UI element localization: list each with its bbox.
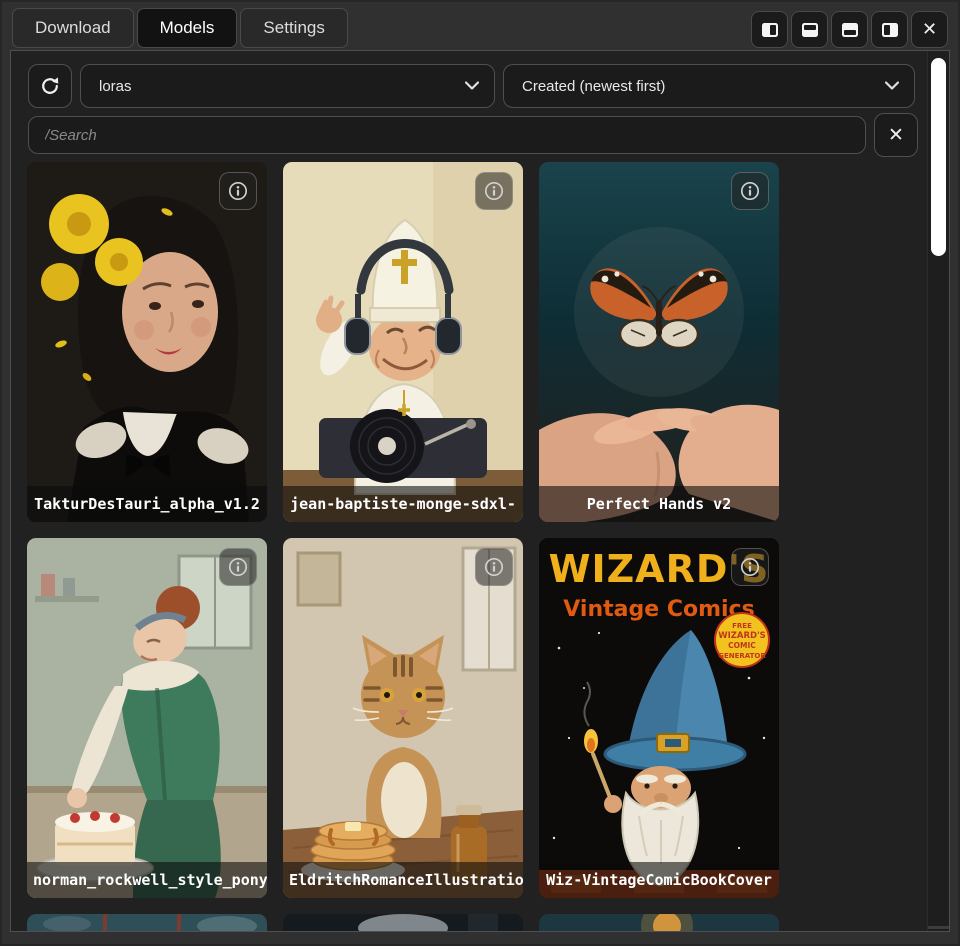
model-card[interactable]: norman_rockwell_style_pony [27,538,267,898]
info-icon [739,556,761,578]
dock-bottom-button[interactable] [831,11,868,48]
scrollbar-thumb[interactable] [931,58,946,256]
refresh-icon [39,75,61,97]
model-preview-image: WIZARD'S Vintage Comics [539,538,779,898]
sort-value: Created (newest first) [522,78,665,95]
tab-settings[interactable]: Settings [240,8,347,48]
tab-models[interactable]: Models [137,8,238,48]
refresh-button[interactable] [28,64,72,108]
card-info-button[interactable] [731,548,769,586]
model-title: jean-baptiste-monge-sdxl- [283,486,523,522]
close-button[interactable]: ✕ [911,11,948,48]
scrollbar-corner [928,926,949,929]
sort-select[interactable]: Created (newest first) [503,64,915,108]
card-info-button[interactable] [219,548,257,586]
card-info-button[interactable] [731,172,769,210]
model-title: TakturDesTauri_alpha_v1.2 [27,486,267,522]
info-icon [483,180,505,202]
model-card[interactable]: WIZARD'S Vintage Comics [539,538,779,898]
model-preview-image [539,914,779,932]
dock-right-button[interactable] [751,11,788,48]
window-buttons: ✕ [751,11,948,48]
model-card[interactable]: TakturDesTauri_alpha_v1.2 [27,162,267,522]
tab-download[interactable]: Download [12,8,134,48]
model-preview-image [27,538,267,898]
model-preview-image [539,162,779,522]
model-type-select[interactable]: loras [80,64,495,108]
info-icon [739,180,761,202]
model-card-partial[interactable] [539,914,779,932]
card-info-button[interactable] [475,172,513,210]
dock-right-icon [762,23,778,37]
dock-left-button[interactable] [871,11,908,48]
model-card-grid: TakturDesTauri_alpha_v1.2 [27,162,779,932]
models-panel: loras Created (newest first) ✕ [10,50,950,932]
model-card-partial[interactable] [283,914,523,932]
search-input[interactable] [28,116,866,154]
search-clear-button[interactable]: ✕ [874,113,918,157]
chevron-down-icon [885,82,899,91]
scrollbar-track[interactable] [927,51,949,931]
model-card[interactable]: Perfect Hands v2 [539,162,779,522]
dock-top-button[interactable] [791,11,828,48]
model-title: Perfect Hands v2 [539,486,779,522]
model-preview-image [283,162,523,522]
dock-top-icon [802,23,818,37]
svg-text:FREE: FREE [732,622,752,630]
model-preview-image [283,914,523,932]
model-preview-image [27,162,267,522]
tab-bar: Download Models Settings [12,8,348,48]
info-icon [483,556,505,578]
model-card[interactable]: jean-baptiste-monge-sdxl- [283,162,523,522]
card-info-button[interactable] [475,548,513,586]
model-title: norman_rockwell_style_pony [27,862,267,898]
model-type-value: loras [99,78,132,95]
svg-text:COMIC: COMIC [728,641,756,650]
model-title: EldritchRomanceIllustratio [283,862,523,898]
info-icon [227,180,249,202]
model-preview-image [27,914,267,932]
info-icon [227,556,249,578]
svg-text:GENERATOR: GENERATOR [718,652,766,660]
chevron-down-icon [465,82,479,91]
svg-text:WIZARD'S: WIZARD'S [718,631,766,641]
model-title: Wiz-VintageComicBookCover [539,862,779,898]
model-card-partial[interactable] [27,914,267,932]
card-info-button[interactable] [219,172,257,210]
model-card[interactable]: EldritchRomanceIllustratio [283,538,523,898]
dock-bottom-icon [842,23,858,37]
dock-left-icon [882,23,898,37]
model-preview-image [283,538,523,898]
